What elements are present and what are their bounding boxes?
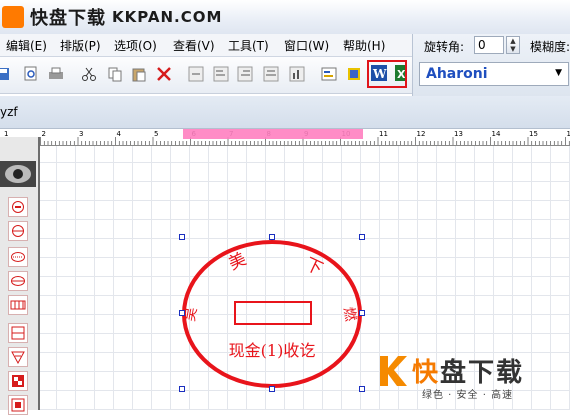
- brand-k-logo-icon: [378, 352, 408, 388]
- menu-options[interactable]: 选项(O): [114, 37, 157, 54]
- print-preview-icon[interactable]: [22, 65, 40, 83]
- save-icon[interactable]: [0, 65, 12, 83]
- ruler-label: 15: [529, 130, 538, 138]
- font-select[interactable]: Aharoni ▼: [419, 62, 569, 86]
- shape-palette: [0, 137, 40, 410]
- rotation-label: 旋转角:: [424, 38, 464, 55]
- ruler-label: 3: [79, 130, 83, 138]
- seal-outer-ellipse: [184, 242, 360, 386]
- blur-label: 模糊度:: [530, 38, 570, 55]
- delete-icon[interactable]: [155, 65, 173, 83]
- ruler-label: 5: [154, 130, 158, 138]
- selection-handle-top[interactable]: [269, 234, 275, 240]
- brand-watermark: 快盘下载 绿色 · 安全 · 高速: [378, 352, 568, 410]
- selection-handle-top-right[interactable]: [359, 234, 365, 240]
- menu-bar: 编辑(E) 排版(P) 选项(O) 查看(V) 工具(T) 窗口(W) 帮助(H…: [0, 34, 412, 57]
- grid-tool-icon[interactable]: [8, 295, 28, 315]
- selection-handle-bottom-left[interactable]: [179, 386, 185, 392]
- selection-handle-right[interactable]: [359, 310, 365, 316]
- brand-name: 快盘下载: [412, 352, 524, 389]
- menu-window[interactable]: 窗口(W): [284, 37, 329, 54]
- menu-tools[interactable]: 工具(T): [228, 37, 269, 54]
- circle-bar-tool-icon[interactable]: [8, 221, 28, 241]
- menu-help[interactable]: 帮助(H): [343, 37, 385, 54]
- chart-icon[interactable]: [288, 65, 306, 83]
- seal-char-2: 下: [302, 254, 326, 279]
- seal-char-4: 燃: [340, 306, 359, 323]
- ellipse-bar-tool-icon[interactable]: [8, 271, 28, 291]
- kkpan-logo-icon: [2, 6, 24, 28]
- logo-icon[interactable]: [345, 65, 363, 83]
- ruler-label: 14: [492, 130, 501, 138]
- cut-icon[interactable]: [80, 65, 98, 83]
- ruler-label: 4: [117, 130, 122, 138]
- seal-center-rect: [235, 302, 311, 324]
- menu-edit[interactable]: 编辑(E): [6, 37, 47, 54]
- align-right-icon[interactable]: [236, 65, 254, 83]
- ellipse-tool-icon[interactable]: [8, 247, 28, 267]
- square-grid-tool-icon[interactable]: [8, 371, 28, 391]
- ruler-label: 11: [379, 130, 388, 138]
- brand-subtitle: 绿色 · 安全 · 高速: [422, 386, 513, 401]
- document-tab-bar: yzf: [0, 96, 570, 129]
- triangle-tool-icon[interactable]: [8, 347, 28, 367]
- site-watermark: 快盘下载 KKPAN.COM: [2, 3, 222, 31]
- seal-bottom-text: 现金(1)收讫: [229, 341, 316, 360]
- toolbar: W X: [0, 57, 412, 94]
- ruler-label: 13: [454, 130, 463, 138]
- rotation-input[interactable]: 0: [474, 36, 504, 54]
- seal-graphic[interactable]: 美 下 吴 燃 现金(1)收讫: [176, 232, 372, 396]
- print-icon[interactable]: [47, 65, 65, 83]
- rotation-spinner[interactable]: ▲▼: [506, 36, 520, 54]
- palette-header-image: [0, 161, 36, 187]
- brand-name-highlight: 快: [412, 358, 440, 388]
- document-tab[interactable]: yzf: [0, 105, 18, 119]
- ruler-label: 2: [42, 130, 46, 138]
- ruler-label: 16: [567, 130, 570, 138]
- highlight-box: [367, 60, 407, 88]
- copy-icon[interactable]: [106, 65, 124, 83]
- menu-view[interactable]: 查看(V): [173, 37, 215, 54]
- align-center-icon[interactable]: [262, 65, 280, 83]
- watermark-cn: 快盘下载: [30, 4, 106, 30]
- align-icon[interactable]: [187, 65, 205, 83]
- rect-tool-icon[interactable]: [8, 323, 28, 343]
- selection-handle-left[interactable]: [179, 310, 185, 316]
- ruler-selection-highlight: [183, 129, 363, 139]
- circle-seal-tool-icon[interactable]: [8, 197, 28, 217]
- menu-layout[interactable]: 排版(P): [60, 37, 101, 54]
- watermark-domain: KKPAN.COM: [112, 8, 222, 26]
- frame-tool-icon[interactable]: [8, 395, 28, 415]
- selection-handle-bottom[interactable]: [269, 386, 275, 392]
- image-icon[interactable]: [320, 65, 338, 83]
- paste-icon[interactable]: [130, 65, 148, 83]
- align-left-icon[interactable]: [212, 65, 230, 83]
- selection-handle-bottom-right[interactable]: [359, 386, 365, 392]
- title-bar: 快盘下载 KKPAN.COM: [0, 0, 570, 34]
- brand-name-rest: 盘下载: [440, 358, 524, 388]
- dropdown-arrow-icon: ▼: [555, 68, 562, 78]
- font-value: Aharoni: [426, 66, 488, 82]
- ruler-label: 12: [417, 130, 426, 138]
- selection-handle-top-left[interactable]: [179, 234, 185, 240]
